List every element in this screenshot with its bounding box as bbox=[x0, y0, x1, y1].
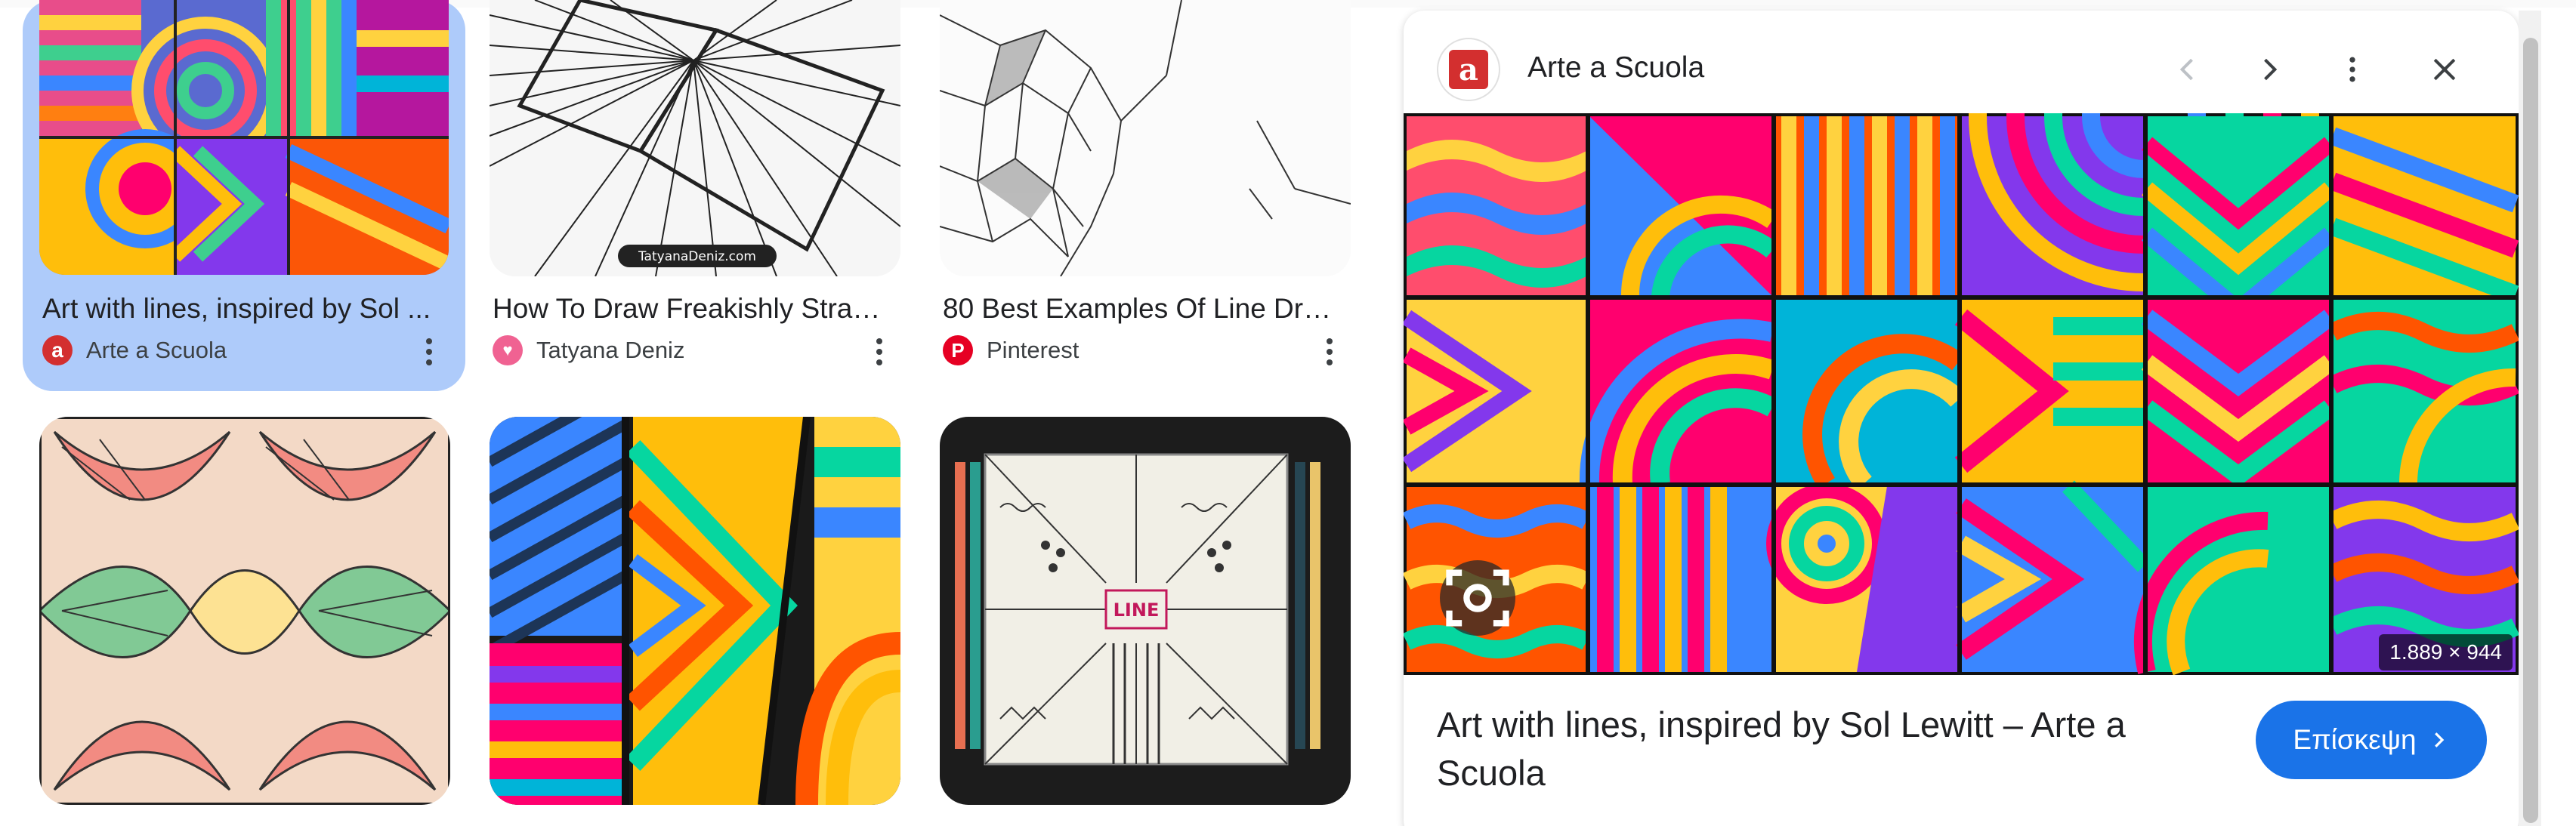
result-source-label: Arte a Scuola bbox=[86, 337, 227, 363]
arte-a-scuola-logo[interactable]: a bbox=[1437, 38, 1500, 101]
scrollbar-thumb[interactable] bbox=[2523, 38, 2538, 823]
result-thumbnail[interactable] bbox=[940, 0, 1351, 276]
result-thumbnail[interactable] bbox=[490, 417, 900, 805]
image-preview-panel: a Arte a Scuola 1.889 × 944 Art with lin… bbox=[1404, 11, 2519, 826]
result-thumbnail[interactable] bbox=[39, 0, 449, 275]
result-source[interactable]: ♥ Tatyana Deniz bbox=[493, 335, 684, 365]
result-card-arte-a-scuola[interactable]: Art with lines, inspired by Sol ... a Ar… bbox=[23, 0, 465, 391]
result-card-pinterest[interactable]: 80 Best Examples Of Line Dra... P Pinter… bbox=[923, 0, 1366, 391]
chevron-right-icon[interactable] bbox=[2241, 41, 2298, 98]
arte-a-scuola-icon: a bbox=[42, 335, 73, 365]
image-dimensions: 1.889 × 944 bbox=[2379, 634, 2513, 670]
result-card-tatyana-deniz[interactable]: TatyanaDeniz.com How To Draw Freakishly … bbox=[473, 0, 916, 391]
result-card[interactable] bbox=[23, 417, 465, 826]
result-source[interactable]: P Pinterest bbox=[943, 335, 1079, 365]
result-title[interactable]: How To Draw Freakishly Straig... bbox=[493, 293, 885, 325]
result-title[interactable]: 80 Best Examples Of Line Dra... bbox=[943, 293, 1336, 325]
preview-image[interactable]: 1.889 × 944 bbox=[1404, 113, 2519, 675]
doodle-label: LINE bbox=[1113, 599, 1160, 621]
preview-header: a Arte a Scuola bbox=[1404, 11, 2519, 116]
more-options-icon[interactable] bbox=[864, 329, 894, 374]
heart-icon: ♥ bbox=[493, 335, 523, 365]
more-options-icon[interactable] bbox=[1314, 329, 1345, 374]
result-thumbnail[interactable]: LINE bbox=[940, 417, 1351, 805]
lens-search-icon[interactable] bbox=[1440, 560, 1515, 636]
result-card[interactable]: LINE bbox=[923, 417, 1366, 826]
visit-button[interactable]: Επίσκεψη bbox=[2256, 701, 2487, 779]
result-card[interactable] bbox=[473, 417, 916, 826]
visit-button-label: Επίσκεψη bbox=[2293, 724, 2417, 755]
result-title[interactable]: Art with lines, inspired by Sol ... bbox=[42, 293, 435, 325]
result-thumbnail[interactable]: TatyanaDeniz.com bbox=[490, 0, 900, 276]
chevron-right-icon bbox=[2434, 732, 2444, 747]
preview-title[interactable]: Art with lines, inspired by Sol Lewitt –… bbox=[1437, 701, 2162, 797]
preview-site-name[interactable]: Arte a Scuola bbox=[1527, 51, 1704, 85]
more-options-icon[interactable] bbox=[414, 329, 444, 374]
result-source[interactable]: a Arte a Scuola bbox=[42, 335, 227, 365]
pinterest-icon: P bbox=[943, 335, 973, 365]
result-source-label: Tatyana Deniz bbox=[536, 337, 685, 363]
chevron-left-icon[interactable] bbox=[2159, 41, 2216, 98]
result-thumbnail[interactable] bbox=[39, 417, 450, 805]
more-vert-icon[interactable] bbox=[2324, 41, 2381, 98]
close-icon[interactable] bbox=[2416, 41, 2473, 98]
result-source-label: Pinterest bbox=[987, 337, 1080, 363]
thumbnail-caption: TatyanaDeniz.com bbox=[638, 249, 756, 264]
